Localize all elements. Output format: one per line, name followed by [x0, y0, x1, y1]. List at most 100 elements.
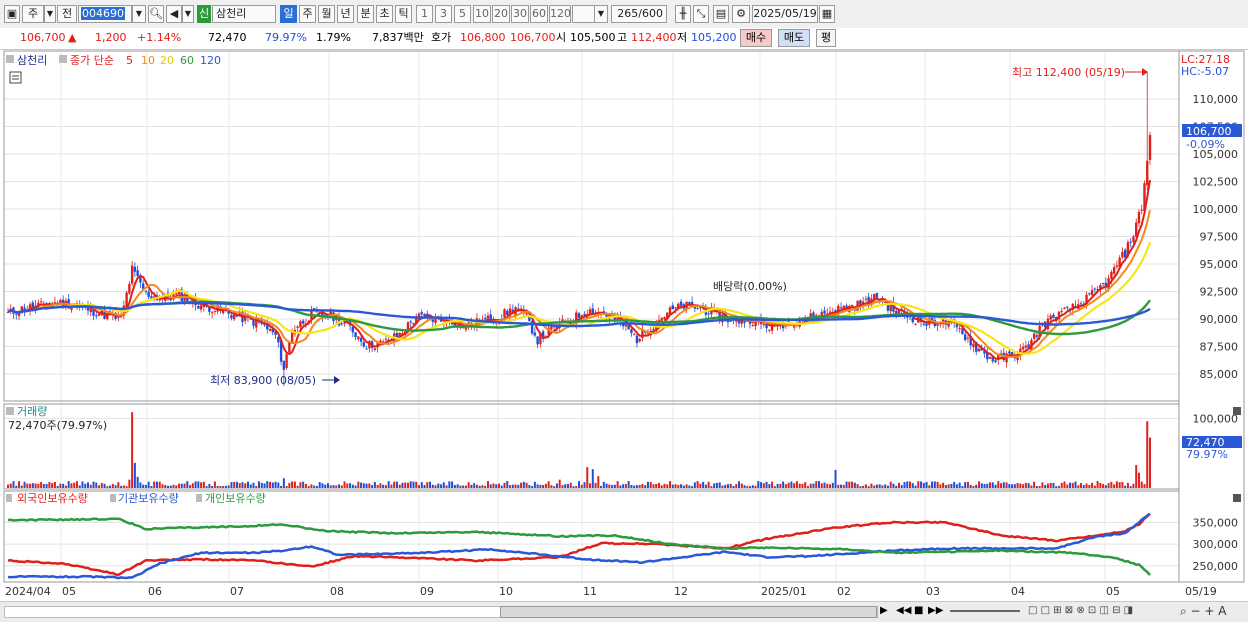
volume-bar [853, 482, 856, 488]
volume-bar [558, 479, 561, 488]
candle-body [365, 348, 368, 350]
volume-bar [395, 481, 398, 488]
scroll-right-icon[interactable]: ▶ [880, 603, 894, 619]
volume-bar [837, 484, 840, 488]
evaluate-button[interactable]: 평 [816, 29, 836, 47]
volume-bar [233, 481, 236, 488]
date-input[interactable]: 2025/05/19 [752, 5, 818, 23]
volume-bar [983, 483, 986, 488]
price-tick-label: 92,500 [1200, 286, 1239, 299]
candle-body [197, 306, 200, 309]
current-change-marker: -0.09% [1186, 138, 1225, 151]
period-minute[interactable]: 분 [357, 5, 374, 23]
volume-bar [1135, 465, 1138, 488]
volume-bar [657, 482, 660, 488]
code-dropdown-icon[interactable]: ▼ [132, 5, 146, 23]
search-icon[interactable]: 🔍︎ [148, 5, 164, 23]
volume-bar [611, 485, 614, 488]
period-year[interactable]: 년 [337, 5, 354, 23]
speaker-icon[interactable]: ◀ [166, 5, 182, 23]
interval-dropdown-icon[interactable]: ▼ [594, 5, 608, 23]
volume-bar [572, 486, 575, 488]
volume-bar [453, 485, 456, 488]
volume-bar [56, 485, 59, 488]
volume-bar [1124, 485, 1127, 488]
price-tick-label: 87,500 [1200, 341, 1239, 354]
interval-5[interactable]: 5 [454, 5, 471, 23]
period-week[interactable]: 주 [299, 5, 316, 23]
volume-bar [966, 481, 969, 488]
volume-bar [426, 482, 429, 488]
volume-bar [249, 484, 252, 488]
interval-60[interactable]: 60 [530, 5, 548, 23]
market-dropdown-icon[interactable]: ▼ [44, 5, 56, 23]
volume-close-icon[interactable] [1233, 407, 1241, 415]
sell-button[interactable]: 매도 [778, 29, 810, 47]
candle-body [1063, 307, 1066, 309]
window-icon[interactable]: ▣ [4, 5, 20, 23]
high-price: 112,400 [631, 31, 677, 44]
settings-icon[interactable]: ⚙ [732, 5, 750, 23]
chart-scrollbar[interactable]: ▶ ◀◀ ■ ▶▶ □ □ ⊞ ⊠ ⊗ ⊡ ◫ ⊟ ◨ ⌕ − + A [0, 601, 1248, 622]
volume-bar [776, 483, 779, 488]
candle-body [285, 354, 288, 368]
zoom-controls-icon[interactable]: ⌕ − + A [1180, 603, 1244, 619]
volume-bar [89, 484, 92, 488]
prev-button[interactable]: 전 [57, 5, 77, 23]
play-forward-icon[interactable]: ▶▶ [928, 603, 944, 619]
interval-120[interactable]: 120 [549, 5, 571, 23]
period-month[interactable]: 월 [318, 5, 335, 23]
turnover-rate: 1.79% [316, 31, 351, 44]
candle-body [1121, 251, 1124, 258]
volume-bar [1121, 482, 1124, 488]
zoom-slider[interactable] [950, 610, 1020, 612]
scroll-thumb[interactable] [500, 606, 877, 618]
calculator-icon[interactable] [9, 71, 22, 84]
volume-bar [459, 485, 462, 488]
save-icon[interactable]: ▤ [713, 5, 729, 23]
calendar-icon[interactable]: ▦ [819, 5, 835, 23]
interval-1[interactable]: 1 [416, 5, 433, 23]
x-axis-label: 05 [62, 585, 76, 598]
high-annotation: 최고 112,400 (05/19) [1012, 66, 1125, 79]
speaker-dropdown-icon[interactable]: ▼ [182, 5, 194, 23]
interval-10[interactable]: 10 [473, 5, 491, 23]
legend-ma120: 120 [200, 54, 221, 67]
volume-bar [384, 485, 387, 488]
volume-bar [958, 482, 961, 488]
play-back-icon[interactable]: ◀◀ [896, 603, 912, 619]
candle-type-icon[interactable]: ╫ [675, 5, 691, 23]
volume-bar [100, 482, 103, 488]
volume-bar [318, 482, 321, 488]
volume-bar [205, 486, 208, 488]
volume-bar [622, 484, 625, 488]
count-input[interactable]: 265/600 [611, 5, 667, 23]
volume-bar [646, 481, 649, 488]
period-tick[interactable]: 틱 [395, 5, 412, 23]
stop-icon[interactable]: ■ [914, 603, 926, 619]
candle-body [1137, 211, 1141, 224]
holding-close-icon[interactable] [1233, 494, 1241, 502]
volume-bar [660, 485, 663, 488]
market-select[interactable]: 주 [22, 5, 44, 23]
volume-bar [213, 481, 216, 488]
period-day[interactable]: 일 [280, 5, 297, 23]
draw-tool-icon[interactable]: ⤡ [693, 5, 709, 23]
interval-3[interactable]: 3 [435, 5, 452, 23]
legend-swatch-icon [6, 55, 14, 63]
buy-button[interactable]: 매수 [740, 29, 772, 47]
draw-tools-icon[interactable]: □ □ ⊞ ⊠ ⊗ ⊡ ◫ ⊟ ◨ [1028, 603, 1148, 619]
volume-bar [440, 484, 443, 488]
volume-bar [197, 481, 200, 488]
volume-bar [296, 485, 299, 488]
interval-30[interactable]: 30 [511, 5, 529, 23]
volume-bar [285, 486, 288, 488]
volume-bar [1085, 483, 1088, 488]
volume-bar [801, 483, 804, 488]
volume-bar [749, 486, 752, 488]
code-input[interactable]: 004690 [78, 5, 132, 23]
interval-20[interactable]: 20 [492, 5, 510, 23]
period-second[interactable]: 초 [376, 5, 393, 23]
volume-bar [707, 481, 710, 488]
volume-bar [542, 485, 545, 488]
